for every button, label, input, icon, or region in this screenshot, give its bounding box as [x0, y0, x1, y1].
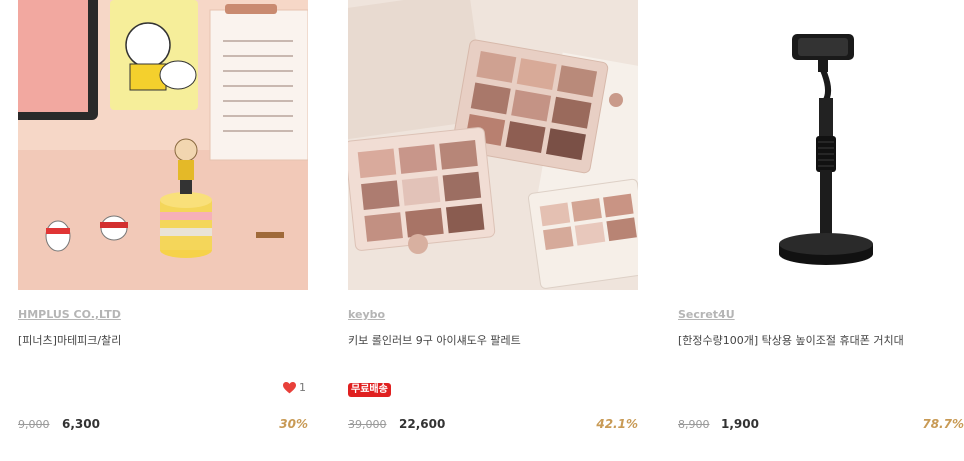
product-image-eyeshadow: [348, 0, 638, 290]
price-row: 8,900 1,900 78.7%: [678, 417, 964, 434]
price-row: 39,000 22,600 42.1%: [348, 417, 638, 434]
brand-link[interactable]: HMPLUS CO.,LTD: [18, 308, 121, 321]
product-card-1[interactable]: HMPLUS CO.,LTD [피너츠]마테피크/찰리 1 9,000 6,30…: [18, 0, 308, 461]
sale-price: 6,300: [62, 417, 100, 431]
product-image[interactable]: [678, 0, 964, 290]
like-button[interactable]: 1: [283, 381, 306, 394]
heart-icon: [283, 381, 296, 393]
discount-rate: 42.1%: [596, 417, 638, 431]
product-image[interactable]: [348, 0, 638, 290]
original-price: 9,000: [18, 418, 50, 431]
product-image[interactable]: [18, 0, 308, 290]
product-image-peanuts: [18, 0, 308, 290]
product-title[interactable]: [한정수량100개] 탁상용 높이조절 휴대폰 거치대: [678, 332, 904, 348]
product-image-phone-stand: [678, 0, 964, 290]
brand-link[interactable]: keybo: [348, 308, 385, 321]
like-count: 1: [299, 381, 306, 394]
sale-price: 22,600: [399, 417, 446, 431]
discount-rate: 78.7%: [922, 417, 964, 431]
price-row: 9,000 6,300 30%: [18, 417, 308, 434]
free-shipping-badge: 무료배송: [348, 383, 391, 397]
brand-link[interactable]: Secret4U: [678, 308, 735, 321]
sale-price: 1,900: [721, 417, 759, 431]
product-card-3[interactable]: Secret4U [한정수량100개] 탁상용 높이조절 휴대폰 거치대 8,9…: [678, 0, 964, 461]
product-title[interactable]: 키보 롤인러브 9구 아이섀도우 팔레트: [348, 332, 521, 348]
product-title[interactable]: [피너츠]마테피크/찰리: [18, 332, 121, 348]
original-price: 8,900: [678, 418, 710, 431]
discount-rate: 30%: [279, 417, 308, 431]
original-price: 39,000: [348, 418, 387, 431]
product-card-2[interactable]: keybo 키보 롤인러브 9구 아이섀도우 팔레트 무료배송 39,000 2…: [348, 0, 638, 461]
